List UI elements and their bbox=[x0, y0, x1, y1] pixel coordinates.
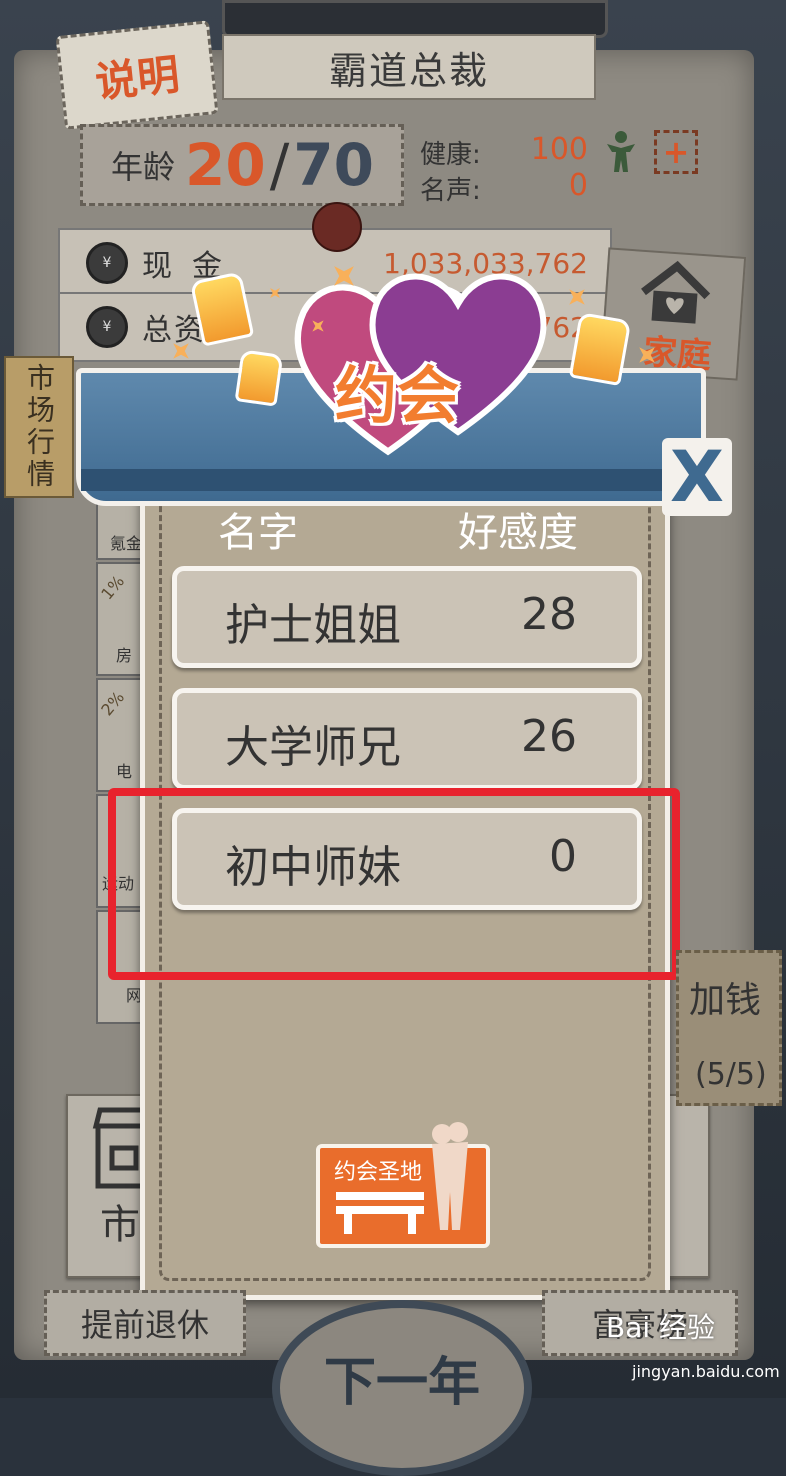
ticket-count: (5/5) bbox=[695, 1057, 767, 1092]
dialog-title: 约会 bbox=[334, 359, 459, 432]
age-separator: / bbox=[269, 131, 290, 199]
age-panel: 年龄 20 / 70 bbox=[80, 124, 404, 206]
date-spot-label: 约会圣地 bbox=[334, 1160, 423, 1185]
age-label: 年龄 bbox=[111, 148, 176, 186]
column-header-affinity: 好感度 bbox=[458, 510, 578, 556]
couple-icon bbox=[432, 1122, 468, 1230]
age-current: 20 bbox=[185, 131, 266, 199]
date-row-name: 大学师兄 bbox=[225, 722, 401, 773]
lantern-icon bbox=[234, 349, 284, 407]
health-label: 健康: bbox=[420, 140, 481, 170]
character-title: 霸道总裁 bbox=[222, 34, 596, 100]
market-label: 市场行情 bbox=[23, 363, 56, 491]
watermark-text: Bai 经验 bbox=[606, 1311, 716, 1344]
highlight-box bbox=[108, 788, 680, 980]
date-row-name: 护士姐姐 bbox=[225, 600, 401, 651]
close-button[interactable]: X bbox=[662, 436, 732, 518]
house-icon bbox=[641, 260, 711, 324]
coin-icon: ¥ bbox=[86, 242, 128, 284]
banner-stripe bbox=[81, 469, 701, 491]
explain-label: 说明 bbox=[92, 49, 182, 107]
person-icon bbox=[607, 131, 635, 172]
add-money-ticket[interactable]: 加钱 (5/5) bbox=[676, 950, 782, 1106]
bench-icon bbox=[336, 1192, 424, 1234]
fame-value: 0 bbox=[568, 168, 588, 203]
side-item-label: 氪金 bbox=[110, 534, 143, 553]
fame-label: 名声: bbox=[420, 176, 481, 206]
date-row-affinity: 26 bbox=[521, 711, 577, 762]
retire-label: 提前退休 bbox=[80, 1306, 209, 1344]
side-item-badge: 2% bbox=[97, 687, 129, 720]
clipboard-clip bbox=[222, 0, 608, 38]
date-spot-button[interactable]: 约会圣地 bbox=[316, 1122, 490, 1248]
side-item-label: 房 bbox=[116, 646, 133, 665]
character-title-text: 霸道总裁 bbox=[328, 48, 489, 93]
side-item-label: 电 bbox=[116, 762, 133, 781]
next-year-button[interactable]: 下一年 bbox=[272, 1300, 532, 1476]
explain-button[interactable]: 说明 bbox=[55, 20, 219, 130]
column-header-name: 名字 bbox=[218, 510, 298, 556]
pushpin-icon bbox=[312, 202, 362, 252]
market-short-label: 市 bbox=[100, 1202, 140, 1248]
market-tab[interactable]: 市场行情 bbox=[4, 356, 74, 498]
date-row-affinity: 28 bbox=[521, 589, 577, 640]
close-icon: X bbox=[670, 436, 724, 518]
age-max: 70 bbox=[293, 131, 374, 199]
date-row[interactable]: 护士姐姐 28 bbox=[172, 566, 642, 668]
watermark-url: jingyan.baidu.com bbox=[632, 1362, 780, 1381]
coin-icon: ¥ bbox=[86, 306, 128, 348]
add-health-button[interactable]: + bbox=[654, 130, 698, 174]
health-value: 100 bbox=[530, 132, 588, 167]
side-item-badge: 1% bbox=[97, 571, 129, 604]
date-row[interactable]: 大学师兄 26 bbox=[172, 688, 642, 790]
next-year-label: 下一年 bbox=[323, 1353, 480, 1413]
retire-button[interactable]: 提前退休 bbox=[44, 1290, 246, 1356]
ticket-label: 加钱 bbox=[689, 980, 762, 1021]
plus-icon: + bbox=[662, 133, 690, 171]
